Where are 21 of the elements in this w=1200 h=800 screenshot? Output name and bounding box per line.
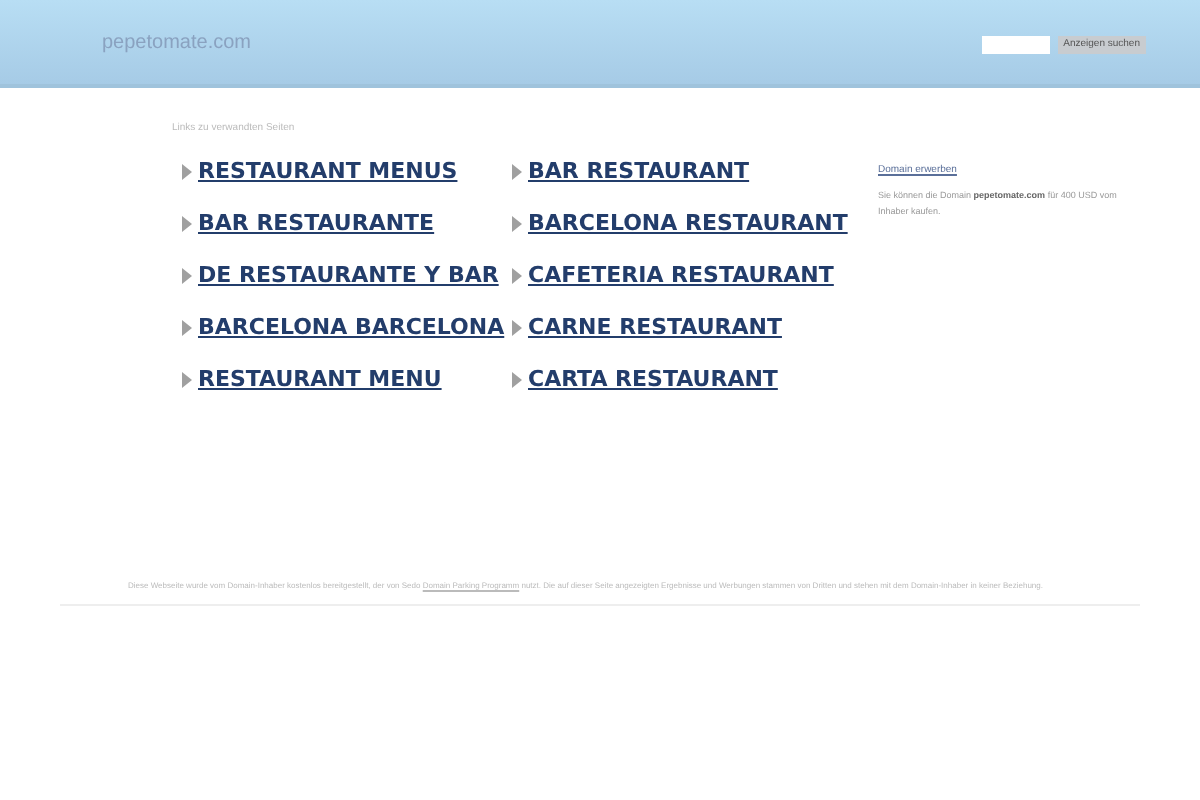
triangle-icon: [512, 319, 522, 335]
related-link[interactable]: CARNE RESTAURANT: [528, 313, 782, 341]
triangle-icon: [182, 319, 192, 335]
triangle-icon: [512, 163, 522, 179]
related-link[interactable]: BAR RESTAURANTE: [198, 209, 435, 237]
triangle-icon: [182, 163, 192, 179]
related-link[interactable]: BAR RESTAURANT: [528, 157, 750, 185]
related-link[interactable]: DE RESTAURANTE Y BAR: [198, 261, 499, 289]
triangle-icon: [512, 371, 522, 387]
related-link[interactable]: CARTA RESTAURANT: [528, 365, 778, 393]
triangle-icon: [512, 215, 522, 231]
related-link[interactable]: BARCELONA RESTAURANT: [528, 209, 848, 237]
triangle-icon: [182, 371, 192, 387]
search-field[interactable]: [981, 36, 1050, 54]
related-link[interactable]: RESTAURANT MENUS: [198, 157, 458, 185]
triangle-icon: [182, 267, 192, 283]
triangle-icon: [182, 215, 192, 231]
related-link[interactable]: RESTAURANT MENU: [198, 365, 442, 393]
triangle-icon: [512, 267, 522, 283]
related-link[interactable]: CAFETERIA RESTAURANT: [528, 261, 834, 289]
related-link[interactable]: BARCELONA BARCELONA: [198, 313, 505, 341]
